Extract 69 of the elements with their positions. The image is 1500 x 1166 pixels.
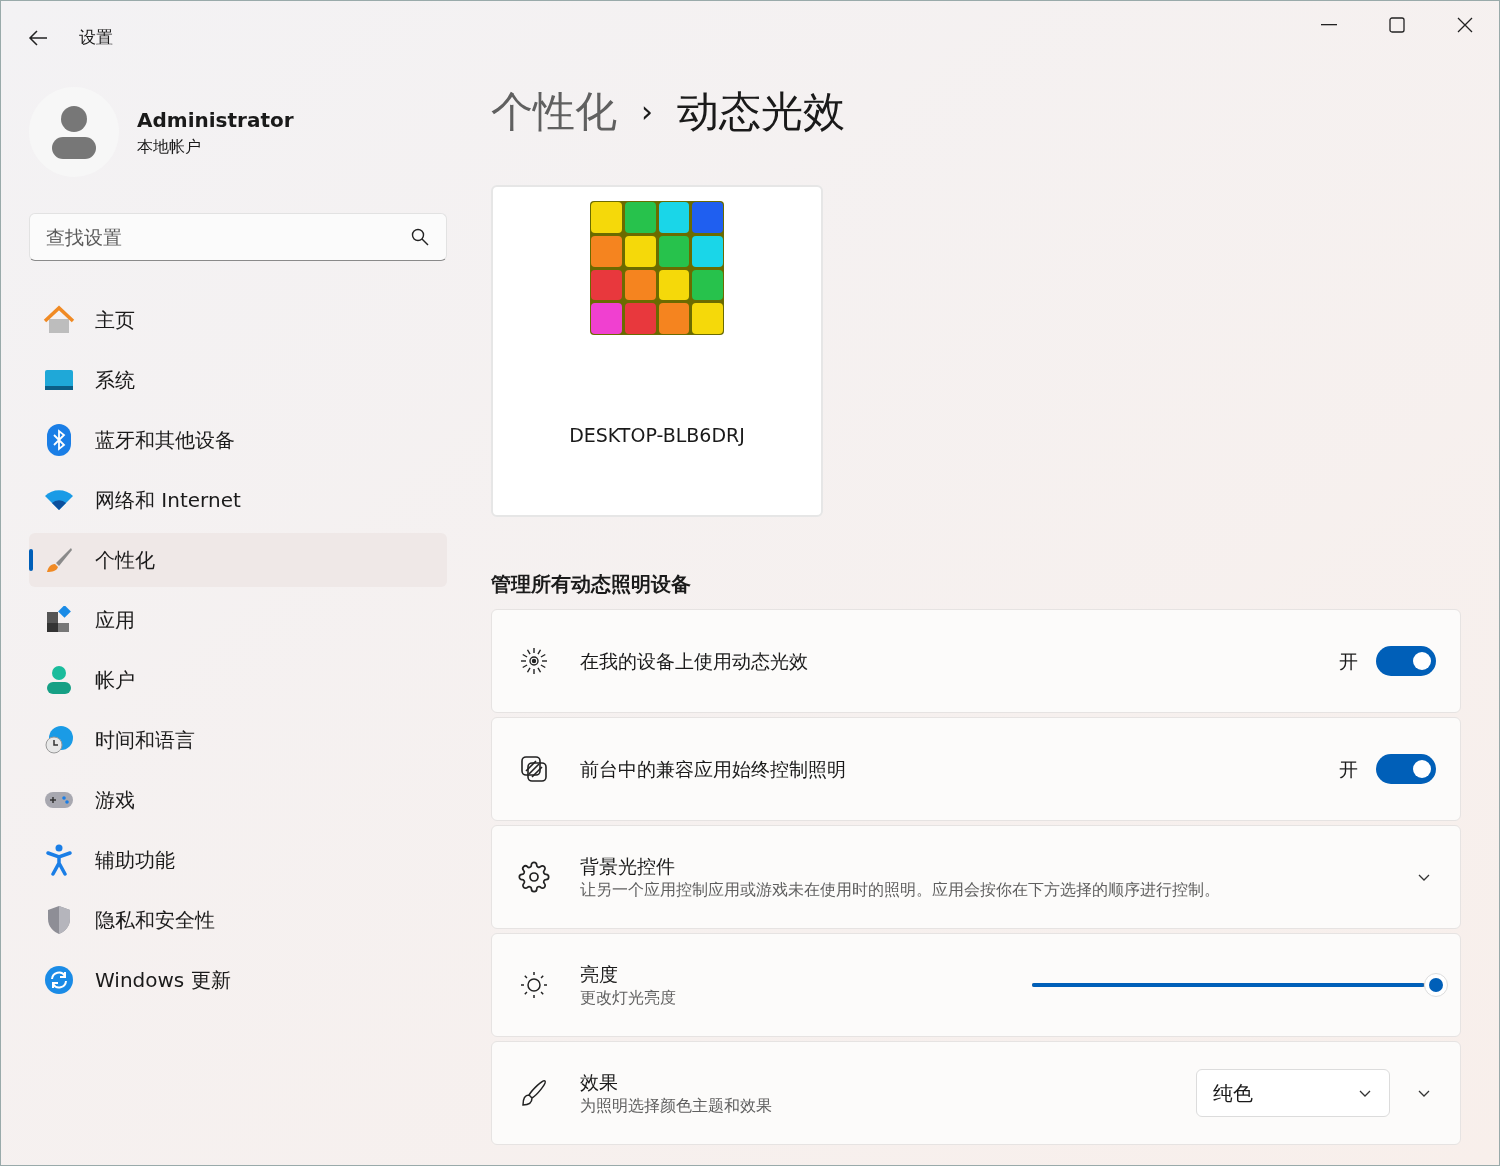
toggle-state-label: 开 — [1339, 648, 1358, 674]
layered-squares-icon — [518, 753, 550, 785]
sidebar-item[interactable]: 蓝牙和其他设备 — [29, 413, 447, 467]
monitor-icon — [44, 368, 74, 392]
sidebar-label: 游戏 — [95, 787, 135, 814]
account-type: 本地帐户 — [137, 136, 202, 158]
breadcrumb-parent[interactable]: 个性化 — [491, 79, 617, 143]
toggle-switch[interactable] — [1376, 646, 1436, 676]
sidebar-label: 网络和 Internet — [95, 487, 241, 514]
setting-description: 为照明选择颜色主题和效果 — [580, 1095, 773, 1117]
toggle-switch[interactable] — [1376, 754, 1436, 784]
device-card[interactable]: DESKTOP-BLB6DRJ — [491, 185, 823, 517]
minimize-icon — [1321, 24, 1337, 26]
setting-title: 在我的设备上使用动态光效 — [580, 649, 809, 674]
sidebar-label: 个性化 — [95, 547, 155, 574]
setting-title: 背景光控件 — [580, 854, 676, 879]
sidebar-label: 应用 — [95, 607, 135, 634]
sidebar-item[interactable]: 应用 — [29, 593, 447, 647]
selection-indicator — [29, 549, 33, 571]
sync-icon — [44, 965, 74, 995]
sidebar-label: 系统 — [95, 367, 135, 394]
sidebar-item[interactable]: 辅助功能 — [29, 833, 447, 887]
maximize-icon — [1389, 17, 1405, 33]
person-icon — [46, 665, 72, 695]
toggle-state-label: 开 — [1339, 756, 1358, 782]
sidebar-label: 主页 — [95, 307, 135, 334]
sidebar-item[interactable]: 系统 — [29, 353, 447, 407]
sidebar-label: 帐户 — [95, 667, 135, 694]
sun-icon — [518, 969, 550, 1001]
sidebar-item[interactable]: 帐户 — [29, 653, 447, 707]
settings-icon — [518, 861, 550, 893]
apps-icon — [45, 606, 73, 634]
close-icon — [1457, 17, 1473, 33]
effect-dropdown[interactable]: 纯色 — [1196, 1069, 1390, 1117]
person-silhouette-icon — [52, 105, 96, 159]
section-title: 管理所有动态照明设备 — [491, 571, 692, 598]
breadcrumb-separator: › — [641, 92, 653, 131]
globe-clock-icon — [44, 725, 74, 755]
sidebar-item[interactable]: 网络和 Internet — [29, 473, 447, 527]
accessibility-icon — [46, 844, 72, 876]
setting-title: 前台中的兼容应用始终控制照明 — [580, 757, 847, 782]
sidebar-item[interactable]: 游戏 — [29, 773, 447, 827]
sidebar-item[interactable]: 时间和语言 — [29, 713, 447, 767]
sidebar-label: Windows 更新 — [95, 967, 231, 994]
gamepad-icon — [44, 790, 74, 810]
wifi-icon — [44, 489, 74, 511]
slider-thumb[interactable] — [1423, 973, 1448, 997]
sidebar-item[interactable]: 主页 — [29, 293, 447, 347]
page-title: 动态光效 — [677, 85, 845, 138]
device-name: DESKTOP-BLB6DRJ — [569, 423, 745, 448]
sidebar-label: 时间和语言 — [95, 727, 195, 754]
setting-description: 让另一个应用控制应用或游戏未在使用时的照明。应用会按你在下方选择的顺序进行控制。 — [580, 879, 1221, 901]
bluetooth-icon — [47, 424, 71, 456]
sidebar-item[interactable]: 个性化 — [29, 533, 447, 587]
sidebar-item[interactable]: 隐私和安全性 — [29, 893, 447, 947]
user-name: Administrator — [137, 107, 294, 134]
sidebar-label: 蓝牙和其他设备 — [95, 427, 235, 454]
sidebar-item[interactable]: Windows 更新 — [29, 953, 447, 1007]
window-title: 设置 — [79, 26, 113, 50]
setting-title: 亮度 — [580, 962, 619, 987]
sparkle-light-icon — [518, 645, 550, 677]
setting-description: 更改灯光亮度 — [580, 987, 677, 1009]
search-icon — [411, 228, 429, 246]
sidebar-label: 隐私和安全性 — [95, 907, 215, 934]
setting-title: 效果 — [580, 1070, 619, 1095]
home-icon — [43, 305, 75, 335]
sidebar-label: 辅助功能 — [95, 847, 175, 874]
shield-icon — [46, 905, 72, 935]
search-field[interactable]: 查找设置 — [29, 213, 447, 261]
